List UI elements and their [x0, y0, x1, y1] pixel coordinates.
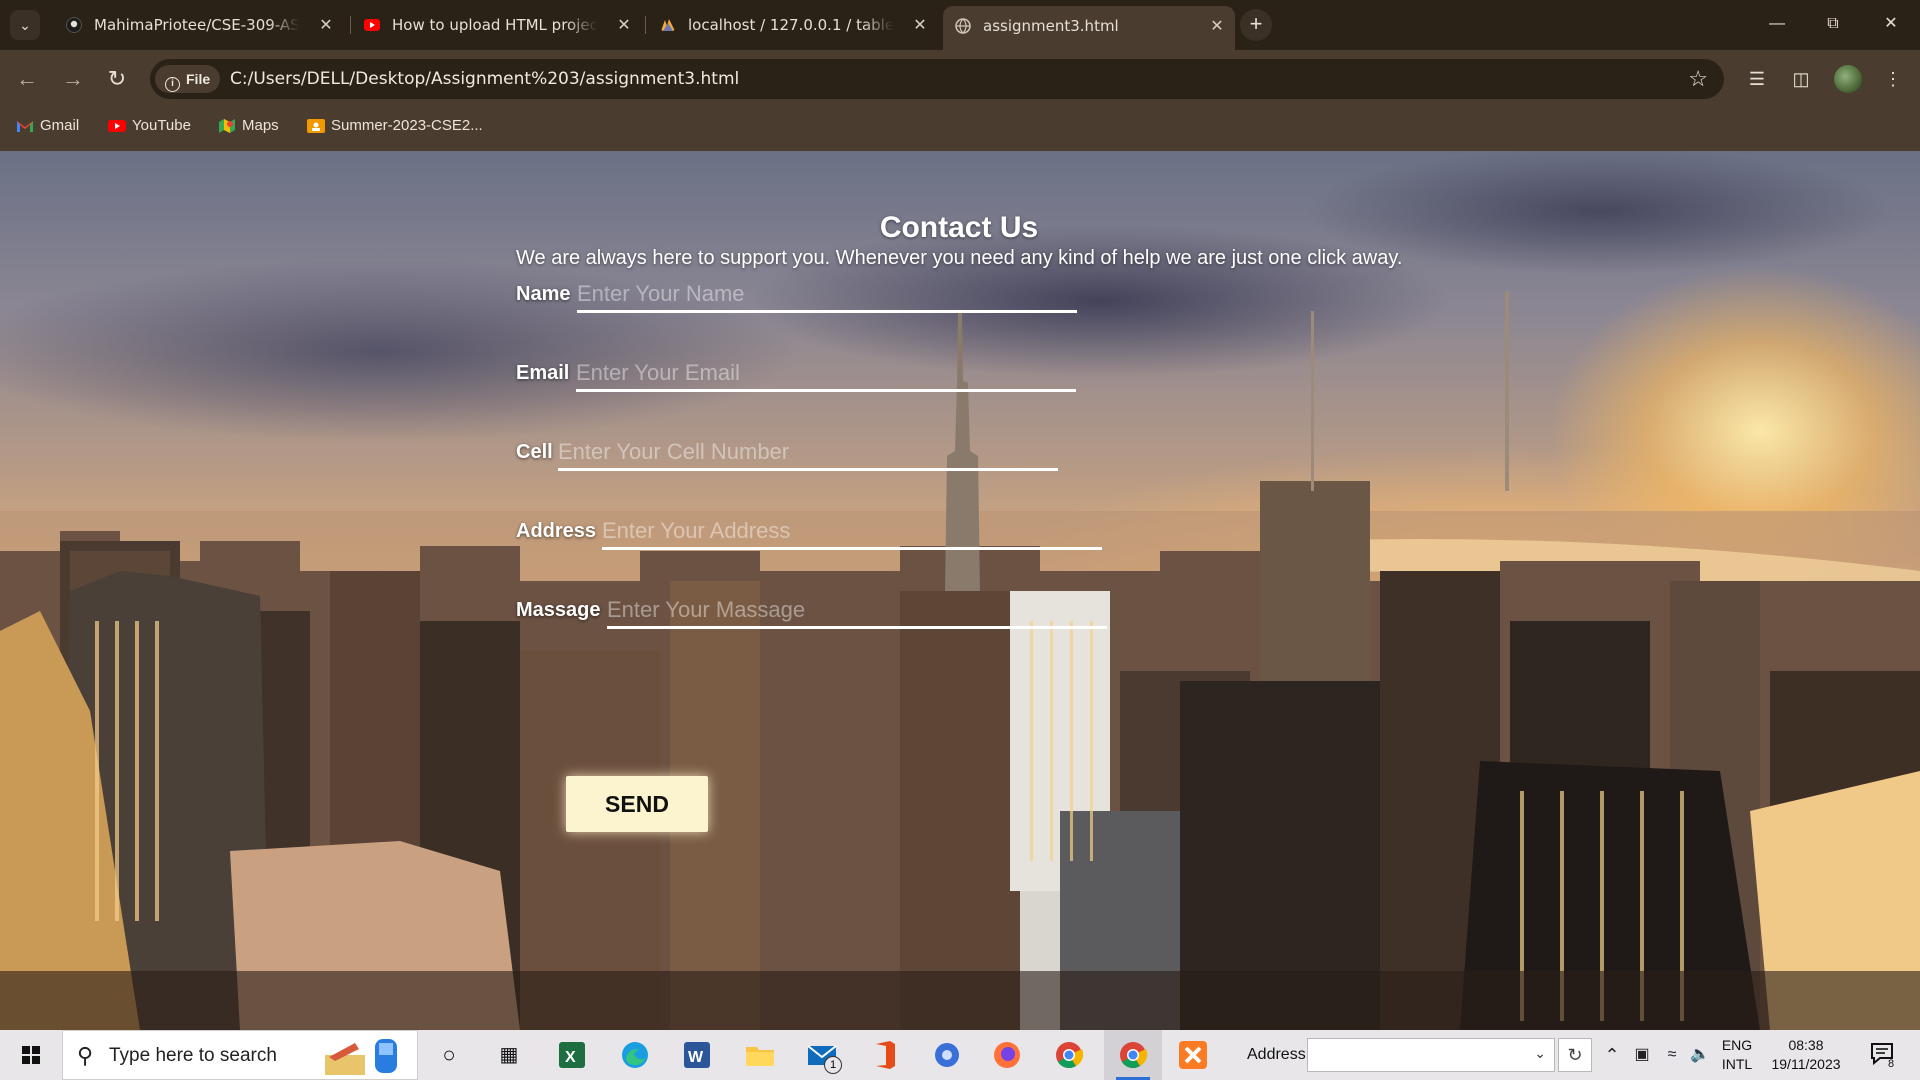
search-icon: ⚲	[77, 1043, 94, 1068]
address-label: Address	[516, 520, 597, 542]
taskbar-address-label: Address	[1247, 1046, 1306, 1063]
taskbar-search-placeholder: Type here to search	[109, 1045, 277, 1066]
address-field-row: Address	[516, 514, 1106, 554]
file-explorer-icon[interactable]	[743, 1038, 777, 1072]
cell-field-row: Cell	[516, 435, 1076, 475]
browser-toolbar: ← → ↻ i File C:/Users/DELL/Desktop/Assign…	[0, 50, 1920, 108]
tab-youtube[interactable]: How to upload HTML project or ✕	[352, 8, 642, 42]
github-icon	[66, 17, 82, 33]
name-input[interactable]	[577, 277, 1077, 313]
edge-icon[interactable]	[618, 1038, 652, 1072]
svg-text:X: X	[565, 1049, 576, 1066]
firefox-icon[interactable]	[990, 1038, 1024, 1072]
cell-input[interactable]	[558, 435, 1058, 471]
bookmarks-bar: Gmail YouTube Maps Summer-2023-CSE2...	[0, 108, 1920, 151]
name-field-row: Name	[516, 277, 1077, 317]
bookmark-star-icon[interactable]: ☆	[1688, 59, 1708, 99]
gmail-icon	[17, 121, 33, 132]
notification-count: 8	[1888, 1058, 1895, 1070]
more-menu-icon[interactable]: ⋮	[1878, 64, 1908, 94]
close-tab-icon[interactable]: ✕	[314, 8, 338, 42]
browser-tab-strip: ⌄ MahimaPriotee/CSE-309-ASSIG ✕ How to u…	[0, 0, 1920, 50]
taskbar-address-input[interactable]: ⌄	[1307, 1038, 1555, 1072]
tab-github[interactable]: MahimaPriotee/CSE-309-ASSIG ✕	[54, 8, 344, 42]
classroom-icon	[307, 119, 325, 133]
url-text[interactable]: C:/Users/DELL/Desktop/Assignment%203/ass…	[230, 59, 739, 99]
restore-button[interactable]: ⧉	[1808, 6, 1858, 42]
address-input[interactable]	[602, 514, 1102, 550]
cortana-icon[interactable]: ○	[432, 1038, 466, 1072]
forward-arrow-icon[interactable]: →	[56, 62, 90, 96]
office-icon[interactable]	[868, 1038, 902, 1072]
media-controls-icon[interactable]: ☰	[1742, 64, 1772, 94]
search-highlight-icon	[325, 1039, 397, 1075]
chrome-active-taskbar-item[interactable]	[1104, 1030, 1162, 1080]
tab-search-button[interactable]: ⌄	[10, 10, 40, 40]
phpmyadmin-icon	[661, 19, 675, 31]
youtube-icon	[364, 19, 380, 31]
globe-icon	[955, 18, 971, 34]
massage-label: Massage	[516, 599, 601, 621]
bookmark-youtube[interactable]: YouTube	[106, 108, 191, 144]
wifi-icon[interactable]: ≈	[1658, 1030, 1686, 1080]
display-icon[interactable]: ▣	[1628, 1030, 1656, 1080]
address-bar[interactable]: i File C:/Users/DELL/Desktop/Assignment%2…	[150, 59, 1724, 99]
page-title: Contact Us	[879, 211, 1039, 244]
reload-icon[interactable]: ↻	[100, 62, 134, 96]
excel-icon[interactable]: X	[555, 1038, 589, 1072]
windows-start-icon[interactable]	[10, 1040, 52, 1070]
email-input[interactable]	[576, 356, 1076, 392]
massage-field-row: Massage	[516, 593, 1110, 633]
side-panel-icon[interactable]: ◫	[1786, 64, 1816, 94]
taskbar-address-refresh-icon[interactable]: ↻	[1558, 1038, 1592, 1072]
mail-badge: 1	[824, 1056, 842, 1074]
tab-divider	[645, 16, 646, 34]
email-field-row: Email	[516, 356, 1076, 396]
language-indicator[interactable]: ENG INTL	[1714, 1036, 1760, 1074]
bookmark-maps[interactable]: Maps	[216, 108, 279, 144]
windows-taskbar: ⚲ Type here to search ○ ▦ X W 1 Address …	[0, 1030, 1920, 1080]
cell-label: Cell	[516, 441, 553, 463]
profile-avatar[interactable]	[1834, 65, 1862, 93]
bookmark-gmail[interactable]: Gmail	[14, 108, 79, 144]
back-arrow-icon[interactable]: ←	[10, 62, 44, 96]
site-info-chip[interactable]: i File	[155, 65, 221, 93]
taskbar-search-box[interactable]: ⚲ Type here to search	[62, 1030, 418, 1080]
chevron-down-icon[interactable]: ⌄	[1534, 1045, 1546, 1062]
xampp-icon[interactable]	[1176, 1038, 1210, 1072]
svg-text:W: W	[688, 1049, 704, 1066]
task-view-icon[interactable]: ▦	[492, 1038, 526, 1072]
massage-input[interactable]	[607, 593, 1107, 629]
email-label: Email	[516, 362, 570, 384]
close-tab-icon[interactable]: ✕	[1205, 6, 1229, 46]
info-icon: i	[165, 77, 180, 92]
close-tab-icon[interactable]: ✕	[908, 8, 932, 42]
show-hidden-icons-chevron-up-icon[interactable]: ⌃	[1600, 1030, 1624, 1080]
settings-app-icon[interactable]	[930, 1038, 964, 1072]
close-tab-icon[interactable]: ✕	[612, 8, 636, 42]
tab-assignment3[interactable]: assignment3.html ✕	[943, 6, 1235, 50]
youtube-icon	[108, 120, 126, 132]
close-window-button[interactable]: ✕	[1866, 6, 1916, 42]
tab-phpmyadmin[interactable]: localhost / 127.0.0.1 / table_1 / ✕	[648, 8, 938, 42]
new-tab-button[interactable]: +	[1240, 9, 1272, 41]
system-clock[interactable]: 08:38 19/11/2023	[1768, 1036, 1844, 1074]
bookmark-classroom[interactable]: Summer-2023-CSE2...	[305, 108, 483, 144]
maps-icon	[219, 119, 235, 133]
page-subtitle: We are always here to support you. Whene…	[516, 247, 1403, 269]
tab-divider	[350, 16, 351, 34]
word-icon[interactable]: W	[680, 1038, 714, 1072]
chrome-icon[interactable]	[1052, 1038, 1086, 1072]
send-button[interactable]: SEND	[566, 776, 708, 832]
volume-icon[interactable]: 🔈	[1686, 1030, 1714, 1080]
name-label: Name	[516, 283, 571, 305]
page-viewport: Contact Us We are always here to support…	[0, 151, 1920, 1030]
chrome-icon	[1120, 1042, 1148, 1069]
minimize-button[interactable]: —	[1752, 6, 1802, 42]
